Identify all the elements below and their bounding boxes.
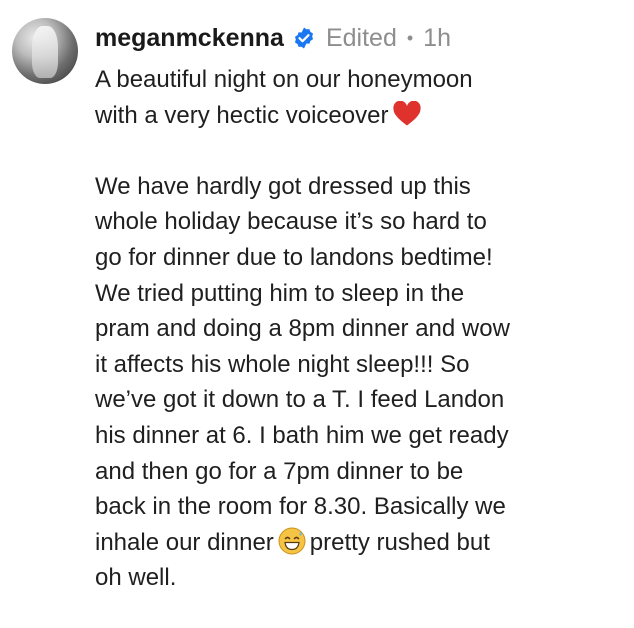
comment-line: his dinner at 6. I bath him we get ready [95, 418, 615, 454]
comment-text: inhale our dinner [95, 528, 274, 556]
edited-label: Edited [325, 23, 397, 52]
comment-line: and then go for a 7pm dinner to be [95, 454, 615, 490]
comment-text: whole holiday because it’s so hard to [95, 208, 487, 236]
red-heart-emoji [392, 100, 422, 127]
comment-line: it affects his whole night sleep!!! So [95, 347, 615, 383]
comment-line: We tried putting him to sleep in the [95, 276, 615, 312]
comment-line: with a very hectic voiceover [95, 98, 615, 134]
username[interactable]: meganmckenna [95, 24, 284, 53]
comment-line: go for dinner due to landons bedtime! [95, 240, 615, 276]
comment-text: pram and doing a 8pm dinner and wow [95, 315, 510, 343]
comment-line: whole holiday because it’s so hard to [95, 204, 615, 240]
comment-text: it affects his whole night sleep!!! So [95, 350, 470, 378]
avatar-figure [32, 26, 58, 78]
comment-text: go for dinner due to landons bedtime! [95, 243, 493, 271]
comment-header: meganmckenna Edited • 1h [95, 20, 451, 56]
comment-text: we’ve got it down to a T. I feed Landon [95, 386, 505, 414]
comment-text: We tried putting him to sleep in the [95, 279, 465, 307]
comment-body: A beautiful night on our honeymoon with … [95, 62, 615, 596]
separator-dot: • [406, 27, 414, 48]
verified-badge-icon [292, 26, 316, 50]
comment-text: back in the room for 8.30. Basically we [95, 493, 506, 521]
comment-line: We have hardly got dressed up this [95, 169, 615, 205]
grinning-sweat-emoji [278, 527, 306, 555]
comment-line: back in the room for 8.30. Basically we [95, 489, 615, 525]
comment-line: we’ve got it down to a T. I feed Landon [95, 382, 615, 418]
paragraph-break [95, 133, 615, 169]
comment-line: pram and doing a 8pm dinner and wow [95, 311, 615, 347]
timestamp: 1h [423, 23, 451, 52]
comment-text: his dinner at 6. I bath him we get ready [95, 421, 509, 449]
comment-text: A beautiful night on our honeymoon [95, 66, 473, 93]
comment-text: We have hardly got dressed up this [95, 172, 471, 200]
comment-text: pretty rushed but [309, 528, 490, 556]
comment-text: and then go for a 7pm dinner to be [95, 457, 464, 485]
comment-line: A beautiful night on our honeymoon [95, 62, 615, 98]
comment-line: oh well. [95, 560, 615, 596]
comment-text: oh well. [95, 564, 177, 592]
comment-line: inhale our dinner pretty rushed but [95, 525, 615, 561]
comment-text: with a very hectic voiceover [95, 101, 389, 129]
avatar[interactable] [12, 18, 78, 84]
